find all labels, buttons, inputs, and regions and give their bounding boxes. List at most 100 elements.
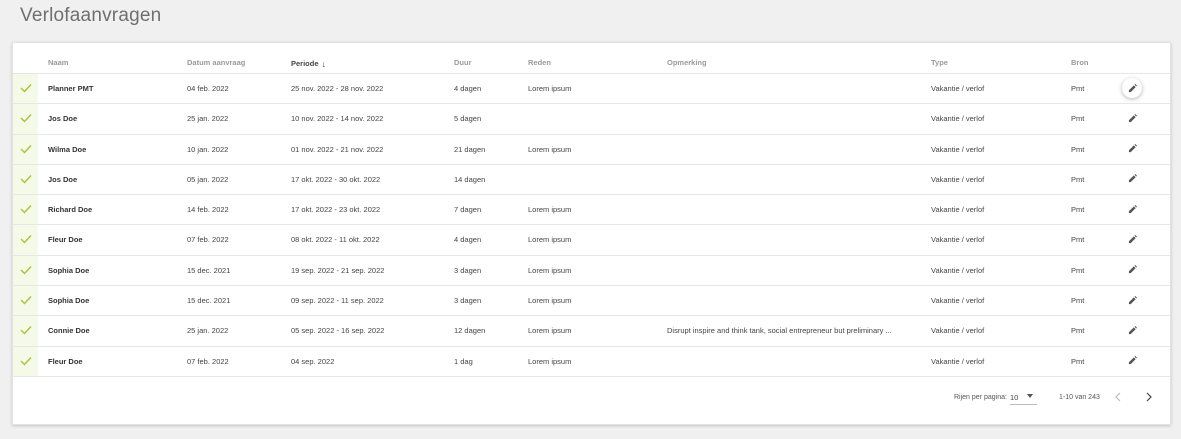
status-cell [13, 286, 38, 316]
edit-button[interactable] [1122, 199, 1142, 219]
column-header-duration[interactable]: Duur [454, 58, 472, 67]
table-row[interactable]: Richard Doe 14 feb. 2022 17 okt. 2022 - … [13, 195, 1170, 226]
cell-reason: Lorem ipsum [528, 356, 572, 366]
table-row[interactable]: Fleur Doe 07 feb. 2022 08 okt. 2022 - 11… [13, 225, 1170, 256]
cell-source: Pmt [1071, 84, 1085, 93]
cell-period: 17 okt. 2022 - 30 okt. 2022 [291, 174, 381, 184]
table-row[interactable]: Jos Doe 25 jan. 2022 10 nov. 2022 - 14 n… [13, 104, 1170, 135]
status-cell [13, 316, 38, 346]
cell-name: Wilma Doe [48, 144, 87, 154]
cell-requested: 25 jan. 2022 [187, 114, 229, 124]
column-header-reason[interactable]: Reden [528, 58, 551, 67]
check-icon [20, 265, 32, 275]
cell-reason: Lorem ipsum [528, 144, 572, 154]
cell-duration: 21 dagen [454, 144, 486, 154]
cell-requested: 05 jan. 2022 [187, 174, 229, 184]
cell-source: Pmt [1071, 174, 1085, 184]
table-row[interactable]: Sophia Doe 15 dec. 2021 19 sep. 2022 - 2… [13, 255, 1170, 287]
cell-source: Pmt [1071, 326, 1085, 336]
edit-button[interactable] [1122, 229, 1142, 249]
rows-per-page-label: Rijen per pagina: [954, 394, 1007, 401]
table-header: Naam Datum aanvraag Periode ↓ Duur Reden … [13, 43, 1170, 74]
cell-type: Vakantie / verlof [931, 174, 985, 184]
cell-period: 08 okt. 2022 - 11 okt. 2022 [291, 235, 380, 245]
cell-duration: 1 dag [454, 356, 473, 366]
cell-period: 04 sep. 2022 [291, 356, 335, 366]
rows-per-page-value: 10 [1010, 393, 1019, 402]
cell-duration: 14 dagen [454, 174, 486, 184]
table-row[interactable]: Sophia Doe 15 dec. 2021 09 sep. 2022 - 1… [13, 286, 1170, 317]
table-row[interactable]: Wilma Doe 10 jan. 2022 01 nov. 2022 - 21… [13, 134, 1170, 165]
cell-name: Sophia Doe [48, 265, 90, 275]
caret-down-icon [1027, 394, 1033, 398]
cell-name: Fleur Doe [48, 356, 83, 366]
check-icon [20, 174, 32, 184]
check-icon [20, 84, 32, 93]
status-cell [13, 346, 38, 376]
cell-source: Pmt [1071, 235, 1085, 245]
cell-reason: Lorem ipsum [528, 296, 572, 306]
column-header-type[interactable]: Type [931, 58, 948, 67]
cell-requested: 15 dec. 2021 [187, 265, 231, 275]
arrow-down-icon: ↓ [321, 59, 327, 69]
edit-button[interactable] [1122, 260, 1142, 280]
table-row[interactable]: Connie Doe 25 jan. 2022 05 sep. 2022 - 1… [13, 316, 1170, 347]
status-cell [13, 195, 38, 225]
cell-requested: 14 feb. 2022 [187, 205, 229, 215]
cell-requested: 07 feb. 2022 [187, 235, 229, 245]
next-page-button[interactable] [1140, 388, 1158, 406]
cell-type: Vakantie / verlof [931, 356, 985, 366]
column-header-period[interactable]: Periode ↓ [291, 58, 327, 69]
edit-button[interactable] [1122, 169, 1142, 189]
cell-duration: 5 dagen [454, 114, 482, 124]
table-row[interactable]: Jos Doe 05 jan. 2022 17 okt. 2022 - 30 o… [13, 164, 1170, 196]
cell-name: Richard Doe [48, 205, 93, 215]
cell-source: Pmt [1071, 114, 1085, 124]
cell-name: Connie Doe [48, 326, 90, 336]
cell-source: Pmt [1071, 205, 1085, 215]
status-cell [13, 164, 38, 195]
cell-name: Jos Doe [48, 114, 78, 124]
cell-period: 17 okt. 2022 - 23 okt. 2022 [291, 205, 381, 215]
chevron-right-icon [1146, 392, 1152, 402]
cell-period: 01 nov. 2022 - 21 nov. 2022 [291, 144, 384, 154]
rows-per-page-select[interactable]: 10 [1010, 386, 1037, 405]
cell-type: Vakantie / verlof [931, 265, 985, 275]
table-row[interactable]: Planner PMT 04 feb. 2022 25 nov. 2022 - … [13, 74, 1170, 105]
edit-button[interactable] [1122, 139, 1142, 159]
edit-button[interactable] [1122, 290, 1142, 310]
check-icon [20, 326, 32, 335]
previous-page-button[interactable] [1109, 388, 1127, 406]
edit-button[interactable] [1122, 320, 1142, 340]
pencil-icon [1128, 234, 1137, 244]
pencil-icon [1128, 265, 1137, 274]
chevron-left-icon [1115, 392, 1121, 402]
cell-source: Pmt [1071, 265, 1085, 275]
column-header-requested[interactable]: Datum aanvraag [187, 58, 245, 67]
column-header-remark[interactable]: Opmerking [667, 58, 707, 67]
column-header-name[interactable]: Naam [48, 58, 68, 67]
edit-button[interactable] [1122, 351, 1142, 371]
cell-source: Pmt [1071, 144, 1085, 154]
cell-requested: 07 feb. 2022 [187, 356, 229, 366]
cell-duration: 12 dagen [454, 326, 486, 336]
cell-remark: Disrupt inspire and think tank, social e… [667, 326, 892, 336]
status-cell [13, 104, 38, 134]
edit-button[interactable] [1122, 108, 1142, 128]
cell-requested: 25 jan. 2022 [187, 326, 229, 336]
table-row[interactable]: Fleur Doe 07 feb. 2022 04 sep. 2022 1 da… [13, 346, 1170, 377]
cell-type: Vakantie / verlof [931, 205, 985, 215]
cell-period: 25 nov. 2022 - 28 nov. 2022 [291, 84, 384, 93]
table-body: Planner PMT 04 feb. 2022 25 nov. 2022 - … [13, 74, 1170, 377]
status-cell [13, 74, 38, 104]
pencil-icon [1128, 295, 1137, 304]
column-header-source[interactable]: Bron [1071, 58, 1089, 67]
pencil-icon [1128, 204, 1137, 213]
cell-type: Vakantie / verlof [931, 114, 985, 124]
cell-reason: Lorem ipsum [528, 235, 572, 245]
cell-duration: 4 dagen [454, 84, 482, 93]
pencil-icon [1128, 356, 1137, 365]
status-cell [13, 255, 38, 286]
edit-button[interactable] [1122, 78, 1142, 98]
pencil-icon [1128, 113, 1137, 122]
